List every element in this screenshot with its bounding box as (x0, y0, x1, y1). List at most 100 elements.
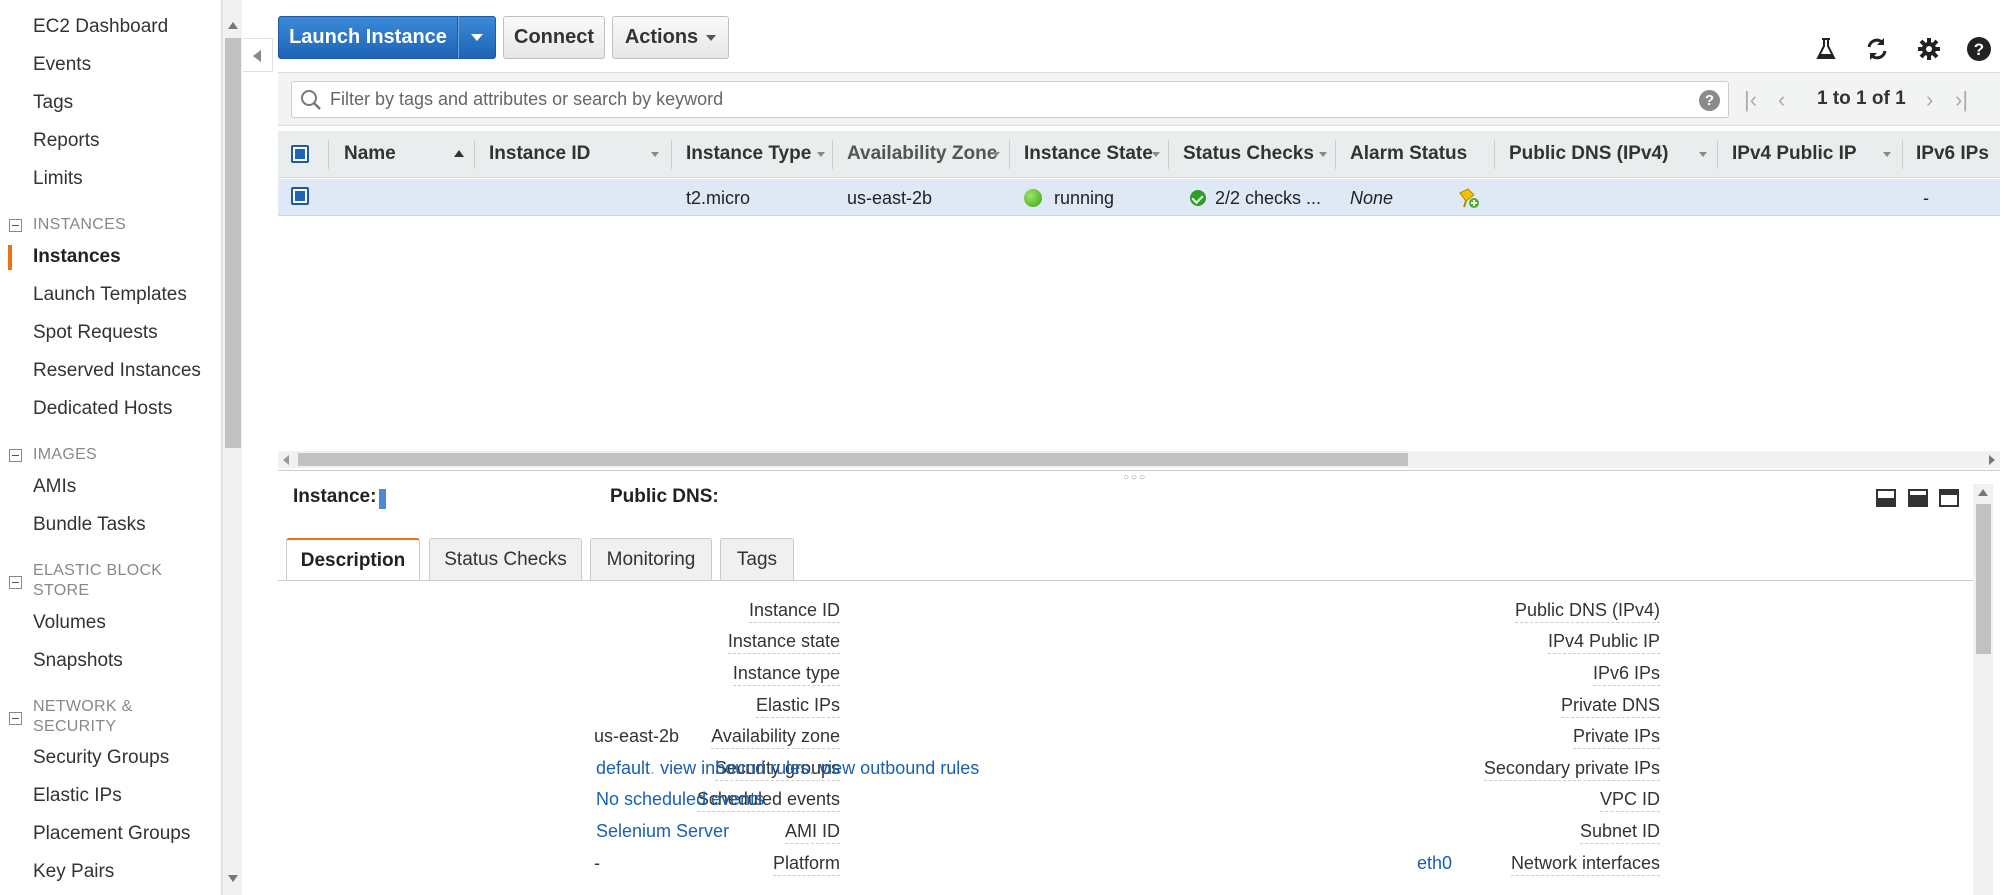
create-alarm-icon[interactable] (1458, 187, 1480, 209)
detail-label-ipv4-public-ip: IPv4 Public IP (1547, 631, 1660, 654)
sidebar-item-limits[interactable]: Limits (33, 168, 83, 190)
column-header-ipv4-public-ip[interactable]: IPv4 Public IP (1732, 143, 1857, 165)
detail-label-instance-state: Instance state (727, 631, 840, 654)
column-header-public-dns[interactable]: Public DNS (IPv4) (1509, 143, 1668, 165)
column-header-alarm-status[interactable]: Alarm Status (1350, 143, 1467, 165)
sidebar-item-events[interactable]: Events (33, 54, 91, 76)
column-menu-icon[interactable] (1152, 152, 1160, 157)
sidebar-item-key-pairs[interactable]: Key Pairs (33, 861, 114, 883)
sidebar-item-bundle-tasks[interactable]: Bundle Tasks (33, 514, 146, 536)
sidebar-item-ec2-dashboard[interactable]: EC2 Dashboard (33, 16, 168, 38)
chevron-down-icon (706, 34, 717, 41)
detail-label-platform: Platform (772, 853, 840, 876)
view-outbound-rules-link[interactable]: view outbound rules (819, 758, 979, 778)
column-header-ipv6-ips[interactable]: IPv6 IPs (1916, 143, 1989, 165)
detail-label-ipv6-ips: IPv6 IPs (1592, 663, 1660, 686)
search-box[interactable]: ? (291, 81, 1729, 118)
sidebar-item-elastic-ips[interactable]: Elastic IPs (33, 785, 122, 807)
sidebar-item-reserved-instances[interactable]: Reserved Instances (33, 360, 201, 382)
column-header-availability-zone[interactable]: Availability Zone (847, 143, 997, 165)
view-inbound-rules-link[interactable]: view inbound rules (660, 758, 809, 778)
sort-ascending-icon[interactable] (454, 150, 464, 157)
tab-description[interactable]: Description (286, 538, 420, 581)
drag-handle-icon[interactable]: ○○○ (1123, 472, 1147, 483)
launch-dropdown-button[interactable] (458, 16, 496, 59)
gear-icon[interactable] (1916, 36, 1942, 62)
sidebar-item-spot-requests[interactable]: Spot Requests (33, 322, 158, 344)
launch-instance-button[interactable]: Launch Instance (278, 16, 458, 59)
sidebar-scrollbar[interactable] (222, 0, 242, 895)
flask-icon[interactable] (1813, 36, 1839, 62)
column-header-instance-state[interactable]: Instance State (1024, 143, 1153, 165)
column-separator (1902, 140, 1903, 169)
detail-value-security-groups: default. view inbound rules. view outbou… (596, 758, 980, 778)
collapse-sidebar-button[interactable] (243, 38, 273, 72)
layout-full-icon[interactable] (1939, 489, 1959, 507)
row-checkbox[interactable] (291, 187, 309, 205)
security-group-link[interactable]: default (596, 758, 650, 778)
sidebar-item-launch-templates[interactable]: Launch Templates (33, 284, 187, 306)
pane-splitter[interactable]: ○○○ (278, 470, 2000, 483)
sidebar-scroll-thumb[interactable] (225, 38, 241, 448)
column-header-instance-id[interactable]: Instance ID (489, 143, 590, 165)
collapse-images-icon[interactable] (9, 449, 22, 462)
table-scroll-thumb[interactable] (298, 453, 1408, 466)
sidebar-item-snapshots[interactable]: Snapshots (33, 650, 123, 672)
sidebar-item-instances[interactable]: Instances (33, 246, 121, 268)
refresh-icon[interactable] (1864, 36, 1890, 62)
column-header-status-checks[interactable]: Status Checks (1183, 143, 1314, 165)
actions-button[interactable]: Actions (612, 16, 729, 59)
column-header-instance-type[interactable]: Instance Type (686, 143, 811, 165)
scroll-down-icon[interactable] (228, 875, 238, 882)
select-all-checkbox[interactable] (291, 145, 309, 163)
column-separator (1717, 140, 1718, 169)
column-menu-icon[interactable] (817, 152, 825, 157)
last-page-icon[interactable]: ›| (1955, 87, 1968, 113)
collapse-instances-icon[interactable] (9, 219, 22, 232)
scroll-right-icon[interactable] (1989, 455, 1995, 465)
scheduled-events-link[interactable]: No scheduled events (596, 789, 764, 810)
sidebar-item-placement-groups[interactable]: Placement Groups (33, 823, 190, 845)
column-menu-icon[interactable] (651, 152, 659, 157)
scroll-up-icon[interactable] (228, 22, 238, 29)
column-header-name[interactable]: Name (344, 143, 396, 165)
column-menu-icon[interactable] (1883, 152, 1891, 157)
sidebar-item-security-groups[interactable]: Security Groups (33, 747, 169, 769)
column-menu-icon[interactable] (1699, 152, 1707, 157)
connect-button[interactable]: Connect (503, 16, 605, 59)
cell-availability-zone: us-east-2b (847, 188, 933, 208)
tab-tags[interactable]: Tags (720, 538, 794, 580)
actions-label: Actions (624, 26, 699, 48)
network-interface-link[interactable]: eth0 (1417, 853, 1452, 874)
search-input[interactable] (330, 82, 1670, 117)
next-page-icon[interactable]: › (1926, 87, 1933, 113)
details-scrollbar[interactable] (1973, 484, 1993, 895)
details-scroll-thumb[interactable] (1976, 504, 1991, 654)
layout-bottom-small-icon[interactable] (1876, 489, 1896, 507)
sidebar-item-reports[interactable]: Reports (33, 130, 100, 152)
prev-page-icon[interactable]: ‹ (1778, 87, 1785, 113)
column-separator (1009, 140, 1010, 169)
help-icon[interactable]: ? (1966, 36, 1992, 62)
search-help-icon[interactable]: ? (1699, 90, 1720, 111)
scroll-up-icon[interactable] (1978, 489, 1988, 496)
column-menu-icon[interactable] (992, 152, 1000, 157)
scroll-left-icon[interactable] (283, 455, 289, 465)
collapse-network-icon[interactable] (9, 712, 22, 725)
sidebar-item-volumes[interactable]: Volumes (33, 612, 106, 634)
tab-monitoring[interactable]: Monitoring (590, 538, 712, 580)
column-separator (1335, 140, 1336, 169)
ami-id-link[interactable]: Selenium Server (596, 821, 729, 842)
column-separator (474, 140, 475, 169)
table-horizontal-scrollbar[interactable] (278, 451, 2000, 468)
check-circle-icon (1190, 190, 1206, 206)
collapse-ebs-icon[interactable] (9, 576, 22, 589)
sidebar-item-amis[interactable]: AMIs (33, 476, 76, 498)
column-menu-icon[interactable] (1319, 152, 1327, 157)
sidebar-item-dedicated-hosts[interactable]: Dedicated Hosts (33, 398, 172, 420)
tab-status-checks[interactable]: Status Checks (429, 538, 582, 580)
table-row[interactable]: t2.micro us-east-2b running 2/2 checks .… (278, 179, 2000, 216)
layout-bottom-half-icon[interactable] (1908, 489, 1928, 507)
first-page-icon[interactable]: |‹ (1744, 87, 1757, 113)
sidebar-item-tags[interactable]: Tags (33, 92, 73, 114)
